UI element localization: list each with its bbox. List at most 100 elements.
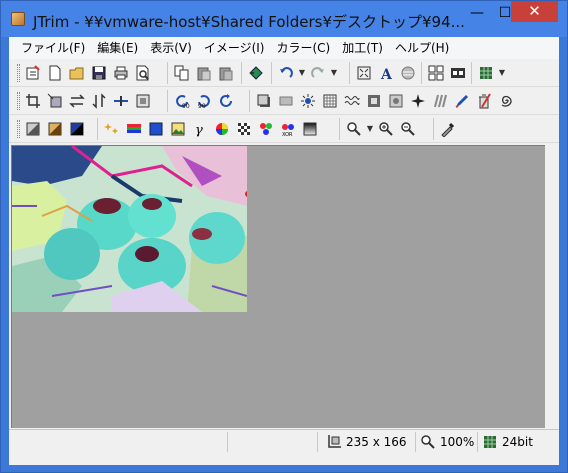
color-wheel-icon[interactable] (212, 119, 232, 139)
xor-icon[interactable]: XOR (278, 119, 298, 139)
open-folder-icon[interactable] (67, 63, 87, 83)
gradient-icon[interactable] (300, 119, 320, 139)
mosaic-icon[interactable] (320, 91, 340, 111)
rgb-bars-icon[interactable] (124, 119, 144, 139)
toolbar-group-color (13, 118, 89, 140)
shift-icon[interactable] (111, 91, 131, 111)
menu-help[interactable]: ヘルプ(H) (389, 37, 455, 59)
zoom-menu-dropdown-icon[interactable]: ▼ (366, 119, 374, 139)
text-icon[interactable]: A (376, 63, 396, 83)
toolbar-row-1: ▼ ▼ A ▼ (9, 59, 559, 87)
grid-icon[interactable] (426, 63, 446, 83)
menu-file[interactable]: ファイル(F) (15, 37, 91, 59)
flip-vertical-icon[interactable] (89, 91, 109, 111)
pen-icon[interactable] (452, 91, 472, 111)
zoom-dropdown-icon[interactable] (344, 119, 364, 139)
blue-square-icon[interactable] (146, 119, 166, 139)
edited-image[interactable] (12, 146, 247, 312)
undo-dropdown-icon[interactable]: ▼ (298, 63, 306, 83)
menu-image[interactable]: イメージ(I) (198, 37, 271, 59)
toolbar-group-clipboard (167, 62, 238, 84)
zoom-out-icon[interactable] (398, 119, 418, 139)
trash-icon[interactable] (474, 91, 494, 111)
toolbar-grip[interactable] (17, 120, 20, 138)
redo-icon[interactable] (308, 63, 328, 83)
sepia-icon[interactable] (45, 119, 65, 139)
toolbar-group-rotate: 90 90 (167, 90, 238, 112)
status-bar: 235 x 166 100% 24bit (9, 429, 559, 453)
frame-icon[interactable] (133, 91, 153, 111)
palette-dropdown-icon[interactable]: ▼ (498, 63, 506, 83)
grayscale-icon[interactable] (23, 119, 43, 139)
bit-depth: 24bit (502, 435, 533, 449)
copy-icon[interactable] (172, 63, 192, 83)
bevel-icon[interactable] (276, 91, 296, 111)
rotate-icon[interactable] (216, 91, 236, 111)
negative-icon[interactable] (67, 119, 87, 139)
rgb-dots-icon[interactable] (256, 119, 276, 139)
minimize-button[interactable]: — (463, 2, 491, 24)
svg-text:γ: γ (195, 123, 203, 137)
zoom-in-icon[interactable] (376, 119, 396, 139)
film-icon[interactable] (448, 63, 468, 83)
shadow-icon[interactable] (254, 91, 274, 111)
menu-color[interactable]: カラー(C) (270, 37, 336, 59)
title-bar[interactable]: JTrim - ¥¥vmware-host¥Shared Folders¥デスク… (1, 1, 567, 37)
undo-icon[interactable] (276, 63, 296, 83)
toolbar-grip[interactable] (17, 64, 20, 82)
emboss-icon[interactable] (364, 91, 384, 111)
wave-icon[interactable] (342, 91, 362, 111)
gamma-icon[interactable]: γ (190, 119, 210, 139)
status-bitdepth-pane: 24bit (477, 432, 559, 452)
picture-icon[interactable] (168, 119, 188, 139)
paste-new-icon[interactable] (216, 63, 236, 83)
eyedropper-icon[interactable] (438, 119, 458, 139)
resize-icon[interactable] (45, 91, 65, 111)
svg-text:90: 90 (182, 103, 190, 109)
svg-text:90: 90 (198, 103, 206, 109)
toolbar-group-zoom: ▼ (339, 118, 420, 140)
print-preview-icon[interactable] (133, 63, 153, 83)
circle-icon[interactable] (398, 63, 418, 83)
menu-process[interactable]: 加工(T) (336, 37, 389, 59)
app-window: JTrim - ¥¥vmware-host¥Shared Folders¥デスク… (0, 0, 568, 473)
swirl-icon[interactable] (496, 91, 516, 111)
checker-icon[interactable] (234, 119, 254, 139)
paste-icon[interactable] (194, 63, 214, 83)
sun-icon[interactable] (298, 91, 318, 111)
close-button[interactable]: ✕ (511, 1, 558, 22)
toolbar-group-layout (421, 62, 470, 84)
new-file-icon[interactable] (45, 63, 65, 83)
zoom-level: 100% (440, 435, 475, 449)
menu-view[interactable]: 表示(V) (144, 37, 198, 59)
jtrim-app-icon[interactable] (11, 12, 25, 26)
svg-text:XOR: XOR (282, 132, 293, 137)
print-icon[interactable] (111, 63, 131, 83)
toolbar-group-effects (249, 90, 518, 112)
sparkle-icon[interactable] (408, 91, 428, 111)
toolbar-group-palette: ▼ (471, 62, 508, 84)
redo-dropdown-icon[interactable]: ▼ (330, 63, 338, 83)
image-content (12, 146, 247, 312)
menu-bar: ファイル(F) 編集(E) 表示(V) イメージ(I) カラー(C) 加工(T)… (9, 37, 559, 59)
fit-window-icon[interactable] (354, 63, 374, 83)
image-canvas[interactable] (11, 145, 545, 428)
palette-icon[interactable] (476, 63, 496, 83)
svg-text:A: A (380, 67, 393, 81)
blur-icon[interactable] (386, 91, 406, 111)
crop-icon[interactable] (23, 91, 43, 111)
window-bottom-edge (9, 453, 559, 465)
save-icon[interactable] (89, 63, 109, 83)
toolbar-row-3: γ XOR ▼ (9, 115, 559, 143)
rotate-left-90-icon[interactable]: 90 (172, 91, 192, 111)
client-area: ファイル(F) 編集(E) 表示(V) イメージ(I) カラー(C) 加工(T)… (9, 37, 559, 465)
stars-icon[interactable] (102, 119, 122, 139)
flip-horizontal-icon[interactable] (67, 91, 87, 111)
properties-icon[interactable] (23, 63, 43, 83)
menu-edit[interactable]: 編集(E) (91, 37, 144, 59)
toolbar-grip[interactable] (17, 92, 20, 110)
browse-icon[interactable] (246, 63, 266, 83)
sharpen-icon[interactable] (430, 91, 450, 111)
rotate-right-90-icon[interactable]: 90 (194, 91, 214, 111)
bit-depth-icon (484, 436, 496, 448)
